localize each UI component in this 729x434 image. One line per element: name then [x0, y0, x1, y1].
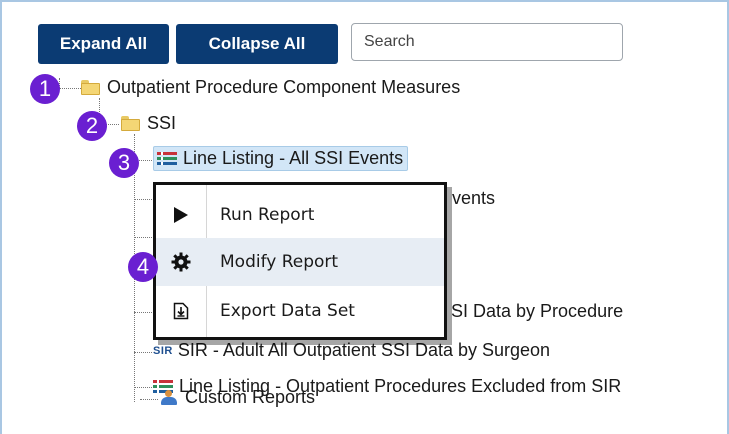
context-menu: Run Report Modify Report Export Data Set — [153, 182, 447, 340]
menu-item-export-data-set[interactable]: Export Data Set — [156, 287, 444, 335]
tree-node-line-listing-all-ssi[interactable]: Line Listing - All SSI Events — [153, 146, 409, 171]
tree-node-ssi[interactable]: SSI — [121, 113, 176, 134]
menu-item-modify-report[interactable]: Modify Report — [156, 238, 444, 286]
tree-connector — [134, 199, 152, 200]
tree-node-label: Custom Reports — [185, 387, 316, 407]
tree-node-label: Line Listing - All SSI Events — [183, 148, 404, 168]
search-input[interactable] — [351, 23, 623, 61]
tree-node-report[interactable]: vents — [452, 188, 495, 209]
folder-icon — [81, 80, 100, 95]
people-icon — [159, 389, 179, 406]
tree-node-report[interactable]: SI Data by Procedure — [451, 301, 623, 322]
step-badge-4: 4 — [128, 252, 158, 282]
sir-icon: SIR — [153, 344, 173, 357]
tree-node-label: Outpatient Procedure Component Measures — [107, 77, 461, 97]
collapse-all-button[interactable]: Collapse All — [176, 24, 338, 64]
tree-connector — [134, 387, 152, 388]
tree-connector — [134, 237, 152, 238]
tree-node-label: SI Data by Procedure — [451, 301, 624, 321]
tree-connector — [134, 352, 152, 353]
menu-item-label: Export Data Set — [220, 301, 355, 321]
tree-node-label: SSI — [147, 113, 177, 133]
step-badge-2: 2 — [77, 111, 107, 141]
folder-icon — [121, 116, 140, 131]
play-icon — [156, 206, 206, 224]
step-badge-3: 3 — [109, 148, 139, 178]
expand-all-button[interactable]: Expand All — [38, 24, 169, 64]
step-badge-1: 1 — [30, 74, 60, 104]
tree-node-label: SIR - Adult All Outpatient SSI Data by S… — [177, 340, 551, 360]
tree-node-sir-surgeon[interactable]: SIR SIR - Adult All Outpatient SSI Data … — [153, 340, 550, 361]
export-icon — [156, 302, 206, 320]
tree-connector — [59, 88, 81, 89]
tree-connector — [140, 399, 158, 400]
line-listing-icon — [157, 151, 177, 166]
gear-icon — [156, 252, 206, 272]
tree-connector — [134, 312, 152, 313]
menu-item-run-report[interactable]: Run Report — [156, 191, 444, 239]
tree-node-label: vents — [452, 188, 496, 208]
menu-item-label: Run Report — [220, 205, 315, 225]
tree-node-root[interactable]: Outpatient Procedure Component Measures — [81, 77, 460, 98]
menu-item-label: Modify Report — [220, 252, 339, 272]
tree-node-custom-reports[interactable]: Custom Reports — [159, 387, 315, 408]
